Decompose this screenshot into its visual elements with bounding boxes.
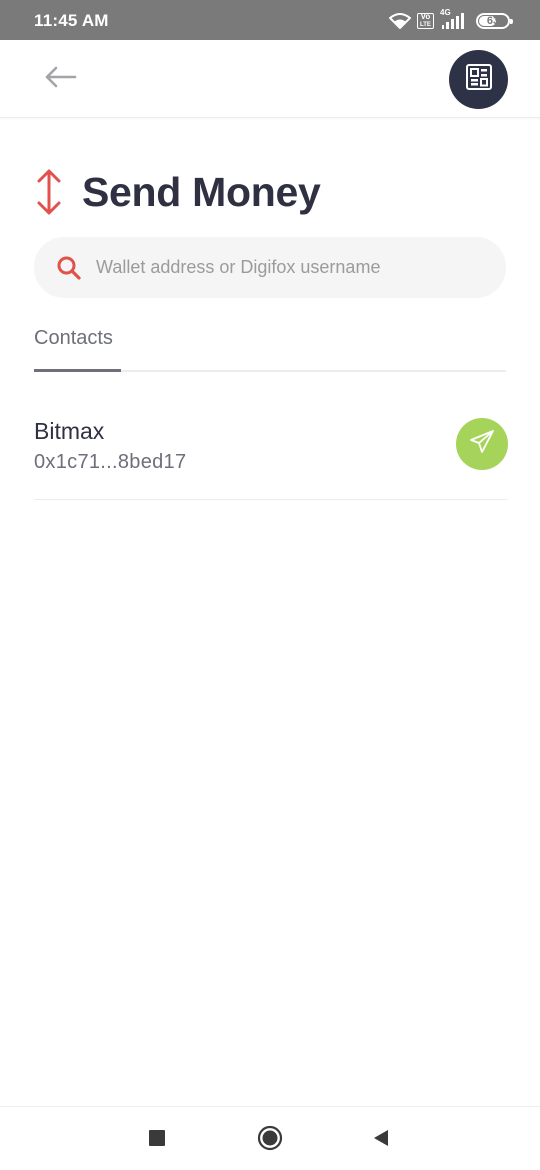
system-back-button[interactable] [366, 1125, 396, 1155]
volte-bottom-label: LTE [420, 22, 431, 28]
page-title: Send Money [82, 168, 321, 215]
contact-name: Bitmax [34, 418, 105, 444]
signal-icon: 4G [440, 8, 470, 30]
active-tab-indicator [34, 369, 121, 372]
recents-square-icon [148, 1129, 166, 1152]
home-circle-icon [257, 1125, 283, 1156]
paper-plane-icon [468, 428, 496, 461]
search-box[interactable] [34, 237, 506, 298]
arrow-left-icon [43, 65, 77, 94]
contact-address: 0x1c71...8bed17 [34, 451, 187, 473]
wifi-icon [389, 13, 411, 29]
recents-button[interactable] [142, 1125, 172, 1155]
contact-list-item[interactable]: Bitmax 0x1c71...8bed17 [34, 400, 508, 500]
status-time: 11:45 AM [34, 11, 109, 30]
status-bar: 11:45 AM Vo LTE 4G 63 [0, 0, 540, 40]
back-triangle-icon [372, 1129, 390, 1152]
up-down-arrow-icon [34, 167, 68, 217]
back-button[interactable] [36, 60, 84, 98]
volte-top-label: Vo [420, 12, 431, 21]
search-input[interactable] [96, 257, 476, 278]
system-nav-bar [0, 1106, 540, 1170]
send-to-contact-button[interactable] [456, 418, 508, 470]
volte-icon: Vo LTE [417, 13, 434, 29]
home-button[interactable] [255, 1125, 285, 1155]
app-bar [0, 40, 540, 118]
status-icons: Vo LTE 4G 63 [389, 8, 513, 30]
battery-icon: 63 [476, 13, 513, 29]
tab-contacts[interactable]: Contacts [34, 327, 113, 350]
title-row: Send Money [34, 165, 321, 219]
battery-percentage: 63 [486, 15, 500, 27]
tab-bar: Contacts [34, 322, 506, 372]
qr-code-icon [465, 63, 493, 96]
search-icon [56, 255, 82, 281]
qr-scan-button[interactable] [449, 50, 508, 109]
